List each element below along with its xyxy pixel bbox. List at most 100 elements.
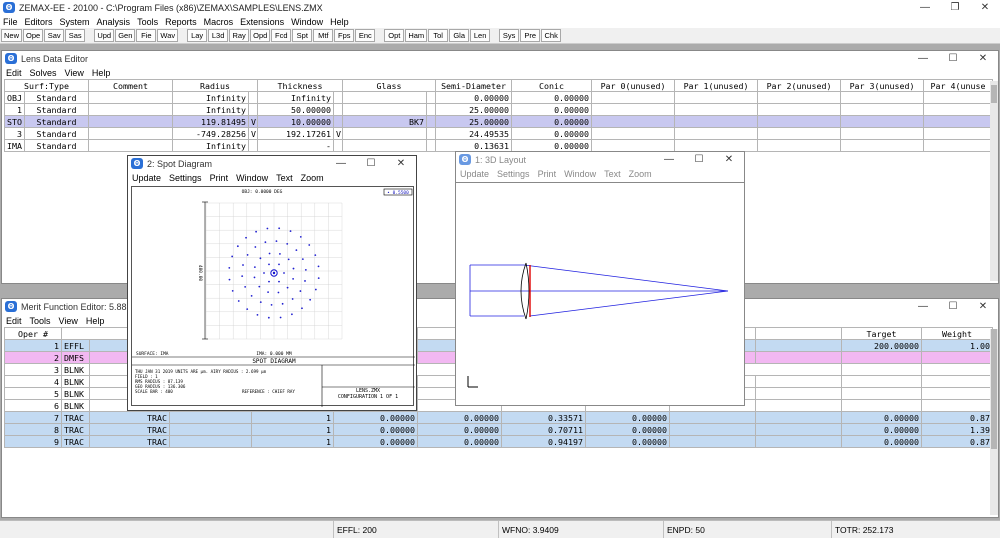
surf-number[interactable]: IMA [4, 139, 25, 152]
weight-cell[interactable]: 1.00 [921, 339, 993, 352]
toolbar-button-optimize[interactable]: Opt [384, 29, 405, 42]
col-header-conic[interactable]: Conic [511, 79, 593, 92]
oper-type[interactable]: BLNK [61, 399, 90, 412]
col-header-surf-type[interactable]: Surf:Type [4, 79, 89, 92]
toolbar-button-spot[interactable]: Spt [292, 29, 313, 42]
surf-type[interactable]: Standard [24, 115, 89, 128]
merit-value-cell[interactable]: 0.00000 [585, 435, 670, 448]
glass-cell[interactable]: BK7 [342, 115, 428, 128]
oper-type[interactable]: EFFL [61, 339, 90, 352]
weight-cell[interactable] [921, 375, 993, 388]
glass-cell[interactable] [342, 139, 428, 152]
col-header-oper[interactable]: Oper # [4, 327, 62, 340]
radius-cell[interactable]: -749.28256 [172, 127, 249, 140]
oper-type[interactable]: DMFS [61, 351, 90, 364]
menu-system[interactable]: System [57, 17, 93, 27]
surf-type[interactable]: Standard [24, 103, 89, 116]
col-header-blank[interactable] [755, 327, 842, 340]
radius-cell[interactable]: Infinity [172, 91, 249, 104]
par-cell[interactable] [757, 115, 842, 128]
lens-menu-solves[interactable]: Solves [30, 68, 57, 78]
toolbar-button-fps[interactable]: Fps [334, 29, 355, 42]
thickness-cell[interactable]: Infinity [257, 91, 335, 104]
merit-value-cell[interactable]: 0.00000 [417, 423, 502, 436]
toolbar-button-mtf[interactable]: Mtf [313, 29, 334, 42]
col-header-weight[interactable]: Weight [921, 327, 993, 340]
close-icon[interactable]: ✕ [386, 156, 416, 171]
oper-number[interactable]: 5 [4, 387, 62, 400]
col-header-par1[interactable]: Par 1(unused) [674, 79, 759, 92]
toolbar-button-hammer[interactable]: Ham [405, 29, 428, 42]
col-header-par4[interactable]: Par 4(unuse [923, 79, 994, 92]
toolbar-button-layout[interactable]: Lay [187, 29, 208, 42]
col-header-semi-diameter[interactable]: Semi-Diameter [435, 79, 513, 92]
toolbar-button-save-as[interactable]: Sas [65, 29, 86, 42]
par-cell[interactable] [840, 103, 925, 116]
target-cell[interactable] [841, 363, 922, 376]
restore-icon[interactable]: ❐ [940, 0, 970, 15]
menu-analysis[interactable]: Analysis [94, 17, 134, 27]
col-header-target[interactable]: Target [841, 327, 922, 340]
col-header-par3[interactable]: Par 3(unused) [840, 79, 925, 92]
oper-number[interactable]: 4 [4, 375, 62, 388]
lens-row-sto[interactable]: STO Standard 119.81495 V 10.00000 BK7 25… [4, 115, 994, 128]
merit-menu-edit[interactable]: Edit [6, 316, 22, 326]
close-icon[interactable]: ✕ [714, 152, 744, 167]
oper-type[interactable]: TRAC [61, 423, 90, 436]
par-cell[interactable] [674, 103, 759, 116]
menu-macros[interactable]: Macros [201, 17, 237, 27]
merit-value-cell[interactable]: 0.00000 [417, 435, 502, 448]
target-cell[interactable]: 0.00000 [841, 435, 922, 448]
merit-value-cell[interactable]: 0.00000 [333, 411, 418, 424]
toolbar-button-update[interactable]: Upd [94, 29, 115, 42]
layout-menu-zoom[interactable]: Zoom [629, 169, 652, 179]
merit-int-cell[interactable]: 1 [251, 435, 334, 448]
semi-diameter-cell[interactable]: 24.49535 [435, 127, 513, 140]
surf-number[interactable]: 1 [4, 103, 25, 116]
semi-diameter-cell[interactable]: 0.13631 [435, 139, 513, 152]
thickness-solve[interactable] [333, 115, 344, 128]
oper-type[interactable]: BLNK [61, 387, 90, 400]
thickness-cell[interactable]: 10.00000 [257, 115, 335, 128]
merit-menu-help[interactable]: Help [86, 316, 105, 326]
lens-editor-scrollbar[interactable] [990, 81, 998, 281]
thickness-solve[interactable] [333, 103, 344, 116]
glass-solve[interactable] [426, 139, 437, 152]
spot-menu-zoom[interactable]: Zoom [301, 173, 324, 183]
col-header-thickness[interactable]: Thickness [257, 79, 344, 92]
toolbar-button-lens[interactable]: Len [470, 29, 491, 42]
lens-menu-help[interactable]: Help [92, 68, 111, 78]
par-cell[interactable] [757, 139, 842, 152]
glass-solve[interactable] [426, 127, 437, 140]
semi-diameter-cell[interactable]: 25.00000 [435, 103, 513, 116]
merit-cell[interactable] [755, 423, 842, 436]
oper-type[interactable]: BLNK [61, 363, 90, 376]
target-cell[interactable]: 0.00000 [841, 423, 922, 436]
thickness-cell[interactable]: - [257, 139, 335, 152]
conic-cell[interactable]: 0.00000 [511, 115, 593, 128]
scrollbar-thumb[interactable] [991, 329, 997, 449]
glass-solve[interactable] [426, 91, 437, 104]
conic-cell[interactable]: 0.00000 [511, 91, 593, 104]
menu-file[interactable]: File [0, 17, 21, 27]
par-cell[interactable] [840, 115, 925, 128]
oper-number[interactable]: 9 [4, 435, 62, 448]
surf-type[interactable]: Standard [24, 127, 89, 140]
maximize-icon[interactable]: ☐ [356, 156, 386, 171]
weight-cell[interactable] [921, 399, 993, 412]
toolbar-button-3d-layout[interactable]: L3d [208, 29, 229, 42]
par-cell[interactable] [591, 103, 676, 116]
oper-number[interactable]: 6 [4, 399, 62, 412]
surf-type[interactable]: Standard [24, 139, 89, 152]
minimize-icon[interactable]: — [326, 156, 356, 171]
oper-number[interactable]: 3 [4, 363, 62, 376]
merit-cell[interactable] [169, 435, 252, 448]
radius-cell[interactable]: Infinity [172, 103, 249, 116]
merit-int-cell[interactable]: 1 [251, 423, 334, 436]
radius-cell[interactable]: 119.81495 [172, 115, 249, 128]
par-cell[interactable] [840, 91, 925, 104]
menu-extensions[interactable]: Extensions [237, 17, 287, 27]
radius-solve[interactable] [247, 103, 259, 116]
layout-menu-print[interactable]: Print [538, 169, 557, 179]
par-cell[interactable] [674, 139, 759, 152]
